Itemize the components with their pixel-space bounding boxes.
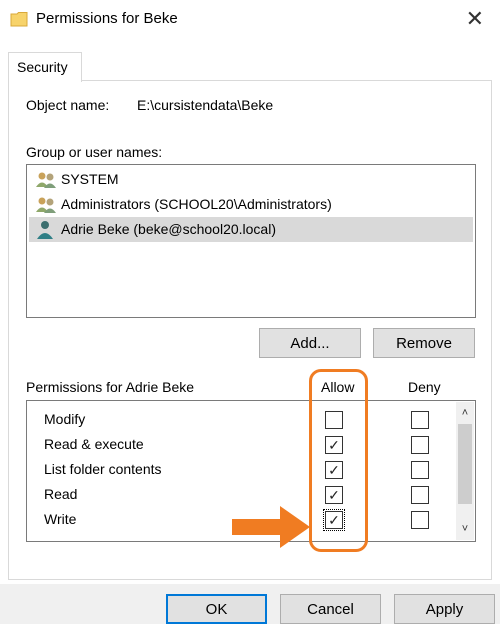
- deny-checkbox[interactable]: [411, 461, 429, 479]
- remove-button[interactable]: Remove: [373, 328, 475, 358]
- permission-row-read: Read ✓: [27, 483, 457, 508]
- object-name-label: Object name:: [26, 97, 110, 113]
- group-users-icon: [36, 197, 56, 213]
- deny-checkbox[interactable]: [411, 486, 429, 504]
- list-item-administrators[interactable]: Administrators (SCHOOL20\Administrators): [29, 192, 473, 217]
- list-item-label: Adrie Beke (beke@school20.local): [61, 221, 276, 237]
- deny-checkbox[interactable]: [411, 511, 429, 529]
- permission-row-read-execute: Read & execute ✓: [27, 433, 457, 458]
- permission-row-modify: Modify: [27, 408, 457, 433]
- deny-column-header: Deny: [408, 379, 441, 395]
- scroll-up-arrow-icon[interactable]: ˄: [456, 404, 474, 422]
- scroll-thumb[interactable]: [458, 424, 472, 504]
- close-icon[interactable]: ✕: [466, 6, 484, 32]
- tab-security-label: Security: [17, 59, 68, 75]
- list-item-label: Administrators (SCHOOL20\Administrators): [61, 196, 332, 212]
- tab-security[interactable]: Security: [8, 52, 82, 82]
- apply-button[interactable]: Apply: [394, 594, 495, 624]
- permission-label: Read & execute: [44, 436, 144, 452]
- user-icon: [37, 221, 53, 239]
- title-bar: Permissions for Beke ✕: [0, 0, 500, 40]
- cancel-button[interactable]: Cancel: [280, 594, 381, 624]
- group-users-icon: [36, 172, 56, 188]
- orange-arrow-icon: [232, 506, 310, 548]
- permission-row-list-folder: List folder contents ✓: [27, 458, 457, 483]
- list-item-adrie-beke[interactable]: Adrie Beke (beke@school20.local): [29, 217, 473, 242]
- ok-button[interactable]: OK: [166, 594, 267, 624]
- permission-label: Write: [44, 511, 77, 527]
- list-item-label: SYSTEM: [61, 171, 119, 187]
- permission-label: List folder contents: [44, 461, 162, 477]
- permissions-header: Permissions for Adrie Beke: [26, 379, 195, 395]
- group-user-names-label: Group or user names:: [26, 144, 163, 160]
- add-button[interactable]: Add...: [259, 328, 361, 358]
- list-item-system[interactable]: SYSTEM: [29, 167, 473, 192]
- object-name-value: E:\cursistendata\Beke: [137, 97, 274, 113]
- permission-label: Read: [44, 486, 78, 502]
- allow-column-highlight: [309, 369, 368, 552]
- permission-label: Modify: [44, 411, 86, 427]
- group-user-list[interactable]: SYSTEM Administrators (SCHOOL20\Administ…: [26, 164, 476, 318]
- deny-checkbox[interactable]: [411, 411, 429, 429]
- deny-checkbox[interactable]: [411, 436, 429, 454]
- window-title: Permissions for Beke: [36, 10, 178, 27]
- vertical-scrollbar[interactable]: ˄ ˅: [456, 402, 474, 540]
- folder-icon: [10, 12, 28, 27]
- scroll-down-arrow-icon[interactable]: ˅: [456, 520, 474, 538]
